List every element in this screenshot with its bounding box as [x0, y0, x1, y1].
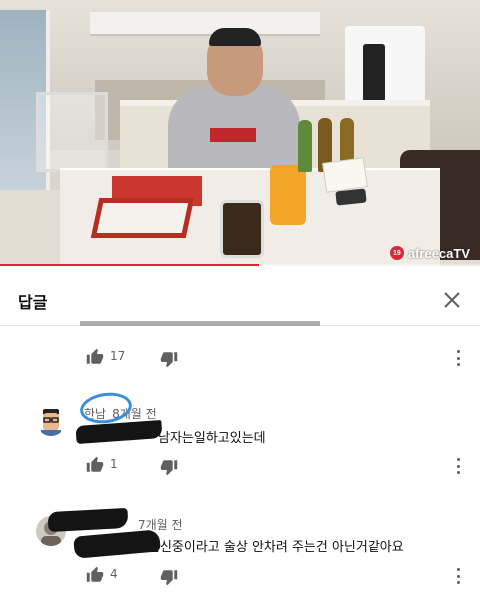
like-count: 4	[110, 567, 118, 581]
video-player[interactable]: 19 afreecaTV	[0, 0, 480, 266]
comment-actions: 4	[86, 566, 476, 586]
thumb-down-icon	[160, 460, 178, 476]
like-button[interactable]	[86, 566, 104, 584]
panel-title: 답글	[18, 293, 48, 312]
more-options-button[interactable]	[452, 456, 464, 476]
more-vert-icon	[456, 350, 460, 366]
more-options-button[interactable]	[452, 566, 464, 586]
more-vert-icon	[456, 458, 460, 474]
avatar[interactable]	[36, 406, 66, 436]
thumb-up-icon	[86, 348, 104, 364]
afreecatv-watermark: 19 afreecaTV	[389, 244, 470, 262]
comment-actions: 17	[86, 348, 476, 368]
like-button[interactable]	[86, 348, 104, 366]
dislike-button[interactable]	[160, 568, 178, 586]
close-icon	[444, 292, 460, 308]
thumb-up-icon	[86, 456, 104, 472]
like-count: 17	[110, 349, 126, 363]
more-vert-icon	[456, 568, 460, 584]
thumb-up-icon	[86, 566, 104, 582]
thumb-down-icon	[160, 570, 178, 586]
age-rating-badge: 19	[389, 246, 404, 260]
video-progress-fill	[0, 264, 260, 266]
video-progress-bar[interactable]	[0, 264, 480, 266]
dislike-button[interactable]	[160, 458, 178, 476]
like-button[interactable]	[86, 456, 104, 474]
thumb-down-icon	[160, 352, 178, 368]
like-count: 1	[110, 457, 118, 471]
close-button[interactable]	[438, 286, 466, 314]
comment-actions: 1	[86, 456, 476, 476]
more-options-button[interactable]	[452, 348, 464, 368]
replies-panel-header: 답글	[0, 272, 480, 326]
avatar-icon	[36, 406, 66, 436]
dislike-button[interactable]	[160, 350, 178, 368]
redaction-scribble	[47, 507, 129, 533]
watermark-text: afreecaTV	[407, 245, 470, 261]
